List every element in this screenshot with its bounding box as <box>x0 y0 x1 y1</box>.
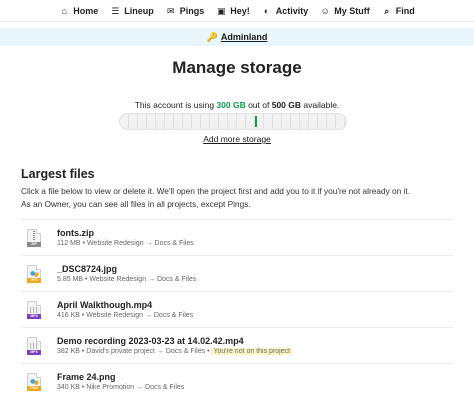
file-row[interactable]: MP4 April Walkthough.mp4 416 KB • Website … <box>21 291 453 327</box>
nav-label: Home <box>73 5 99 16</box>
file-name[interactable]: April Walkthough.mp4 <box>57 300 193 310</box>
file-size-location: 5.85 MB • Website Redesign → Docs & File… <box>57 276 197 283</box>
nav-hey[interactable]: ▣ Hey! <box>210 6 256 16</box>
file-row[interactable]: JPG _DSC8724.jpg 5.85 MB • Website Redesig… <box>21 255 453 291</box>
file-meta: Frame 24.png 340 KB • Nike Promotion → Do… <box>57 372 184 391</box>
nav-label: Hey! <box>230 5 250 16</box>
nav-my-stuff[interactable]: ☺ My Stuff <box>314 6 376 16</box>
nav-pings[interactable]: ✉ Pings <box>160 6 211 16</box>
file-size-location: 112 MB • Website Redesign → Docs & Files <box>57 240 194 247</box>
nav-find[interactable]: ⌕ Find <box>376 6 421 16</box>
file-thumbnail <box>30 342 39 349</box>
nav-label: Find <box>395 5 415 16</box>
page-fold <box>36 228 41 234</box>
adminland-link[interactable]: Adminland <box>221 32 268 42</box>
pings-icon: ✉ <box>166 5 175 16</box>
file-type-badge: PNG <box>27 385 41 391</box>
nav-label: Pings <box>179 5 205 16</box>
activity-icon: ◐ <box>264 5 270 16</box>
breadcrumb: 🔑 Adminland <box>0 28 474 46</box>
file-thumbnail <box>30 378 39 385</box>
nav-activity[interactable]: ◐ Activity <box>256 6 315 16</box>
file-thumbnail <box>30 306 39 313</box>
file-type-badge: JPG <box>27 277 41 283</box>
file-row[interactable]: PNG Frame 24.png 340 KB • Nike Promotion →… <box>21 363 453 399</box>
file-name[interactable]: fonts.zip <box>57 228 194 238</box>
page-fold <box>36 264 41 270</box>
nav-label: Lineup <box>124 5 154 16</box>
meter-ticks <box>120 114 346 129</box>
file-meta: Demo recording 2023-03-23 at 14.02.42.mp… <box>57 336 293 355</box>
file-type-badge: MP4 <box>27 349 41 355</box>
file-type-badge: MP4 <box>27 313 41 319</box>
file-meta: fonts.zip 112 MB • Website Redesign → Doc… <box>57 228 194 247</box>
file-detail: 416 KB • Website Redesign → Docs & Files <box>57 312 193 319</box>
search-icon: ⌕ <box>384 5 390 16</box>
file-name[interactable]: Frame 24.png <box>57 372 184 382</box>
file-detail: 112 MB • Website Redesign → Docs & Files <box>57 240 194 247</box>
my-stuff-icon: ☺ <box>320 5 330 16</box>
nav-lineup[interactable]: ☰ Lineup <box>104 6 160 16</box>
file-type-badge: ZIP <box>27 241 41 247</box>
page-title: Manage storage <box>172 58 302 77</box>
zip-file-icon: ZIP <box>27 228 41 247</box>
nav-home[interactable]: ⌂ Home <box>53 6 104 16</box>
nav-label: Activity <box>275 5 309 16</box>
video-file-icon: MP4 <box>27 336 41 355</box>
image-file-icon: PNG <box>27 372 41 391</box>
largest-files-heading: Largest files <box>21 167 95 181</box>
file-detail: 340 KB • Nike Promotion → Docs & Files <box>57 384 184 391</box>
storage-used: 300 GB <box>216 100 246 110</box>
page-fold <box>36 300 41 306</box>
lineup-icon: ☰ <box>111 5 120 16</box>
file-row[interactable]: ZIP fonts.zip 112 MB • Website Redesign → … <box>21 219 453 255</box>
file-detail: 382 KB • David's private project → Docs … <box>57 348 293 355</box>
file-size-location: 416 KB • Website Redesign → Docs & Files <box>57 312 194 319</box>
key-icon: 🔑 <box>206 31 218 42</box>
hey-icon: ▣ <box>216 5 226 16</box>
page-fold <box>36 372 41 378</box>
storage-meter <box>119 113 347 130</box>
file-detail: 5.85 MB • Website Redesign → Docs & File… <box>57 276 196 283</box>
page-fold <box>36 336 41 342</box>
file-size-location: 382 KB • David's private project → Docs … <box>57 348 210 355</box>
file-row[interactable]: MP4 Demo recording 2023-03-23 at 14.02.42… <box>21 327 453 363</box>
zipper <box>33 230 35 241</box>
file-thumbnail <box>30 270 39 277</box>
file-name[interactable]: _DSC8724.jpg <box>57 264 196 274</box>
video-file-icon: MP4 <box>27 300 41 319</box>
storage-meter-marker <box>254 116 257 127</box>
nav-label: My Stuff <box>334 5 370 16</box>
file-meta: _DSC8724.jpg 5.85 MB • Website Redesign →… <box>57 264 196 283</box>
file-meta: April Walkthough.mp4 416 KB • Website Red… <box>57 300 193 319</box>
storage-total: 500 GB <box>271 100 302 110</box>
home-icon: ⌂ <box>61 5 67 16</box>
owner-note: As an Owner, you can see all files in al… <box>21 199 251 209</box>
add-more-storage-link[interactable]: Add more storage <box>0 134 474 144</box>
file-size-location: 340 KB • Nike Promotion → Docs & Files <box>57 384 185 391</box>
file-name[interactable]: Demo recording 2023-03-23 at 14.02.42.mp… <box>57 336 292 346</box>
file-list: ZIP fonts.zip 112 MB • Website Redesign → … <box>21 219 453 399</box>
storage-usage-text: This account is using 300 GB out of 500 … <box>134 100 340 110</box>
largest-files-description: Click a file below to view or delete it.… <box>21 186 411 196</box>
not-on-project-notice: You're not on this project <box>211 348 293 355</box>
top-nav: ⌂ Home ☰ Lineup ✉ Pings ▣ Hey! ◐ Activity ☺ My Stuf… <box>0 0 474 22</box>
image-file-icon: JPG <box>27 264 41 283</box>
